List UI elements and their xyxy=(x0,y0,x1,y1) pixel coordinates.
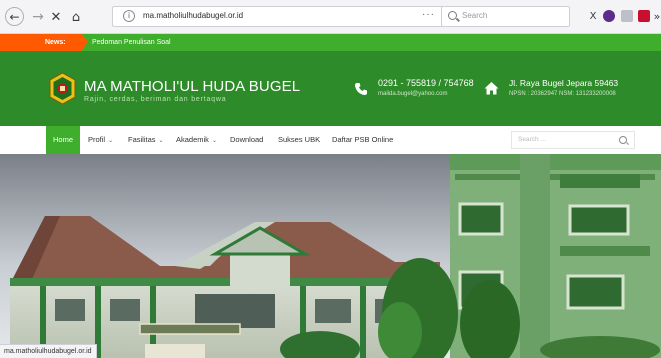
browser-search-input[interactable]: Search xyxy=(441,6,570,27)
forward-button[interactable]: → xyxy=(28,7,48,27)
main-nav: Home Profil ⌄ Fasilitas ⌄ Akademik ⌄ Downlo… xyxy=(46,126,638,154)
nav-item-download[interactable]: Download xyxy=(230,126,263,154)
phone-number: 0291 - 755819 / 754768 xyxy=(378,78,474,88)
nav-item-fasilitas[interactable]: Fasilitas ⌄ xyxy=(128,126,164,154)
nav-item-label: Sukses UBK xyxy=(278,135,321,144)
nav-item-akademik[interactable]: Akademik ⌄ xyxy=(176,126,217,154)
home-icon xyxy=(484,82,499,95)
hero-school-photo xyxy=(0,154,661,358)
phone-icon xyxy=(355,83,367,95)
stop-button[interactable]: ✕ xyxy=(46,7,66,27)
overflow-menu-button[interactable]: » xyxy=(652,9,661,23)
news-ticker: News: Pedoman Penulisan Soal xyxy=(0,34,661,51)
address-bar[interactable]: i ma.mathol​i​ulhudabugel.or.id ··· ◯ ☆ xyxy=(112,6,478,27)
page-actions-button[interactable]: ··· xyxy=(422,9,435,20)
url-text: ma.mathol​i​ulhudabugel.or.id xyxy=(143,11,244,20)
site-header: MA MATHOLI'UL HUDA BUGEL Rajin, cerdas, … xyxy=(0,51,661,126)
email-address: malida.bugel@yahoo.com xyxy=(378,91,448,97)
search-placeholder: Search ... xyxy=(518,136,546,143)
school-address: Jl. Raya Bugel Jepara 59463 xyxy=(509,78,619,88)
logo-emblem[interactable] xyxy=(49,72,76,105)
home-button[interactable]: ⌂ xyxy=(66,7,86,27)
nav-item-label: Download xyxy=(230,135,264,144)
back-button[interactable]: ← xyxy=(5,7,24,26)
nav-item-label: Profil xyxy=(88,135,106,144)
nav-item-label: Daftar PSB Online xyxy=(332,135,394,144)
status-bar-url: ma.mathol​iulhudabugel.or.id xyxy=(0,344,97,358)
chevron-down-icon: ⌄ xyxy=(158,137,164,144)
school-building-illustration xyxy=(0,154,661,358)
chevron-down-icon: ⌄ xyxy=(108,137,114,144)
search-icon[interactable] xyxy=(619,136,627,144)
browser-toolbar: ← → ✕ ⌂ i ma.mathol​i​ulhudabugel.or.id … xyxy=(0,0,661,34)
search-icon xyxy=(448,11,457,20)
chevron-down-icon: ⌄ xyxy=(211,137,217,144)
library-icon[interactable]: Ⅹ xyxy=(586,9,600,23)
extension-icon[interactable] xyxy=(638,10,650,22)
info-icon[interactable]: i xyxy=(123,10,135,22)
extension-icon[interactable] xyxy=(621,10,633,22)
nav-item-sukses-ubk[interactable]: Sukses UBK xyxy=(278,126,320,154)
site-tagline: Rajin, cerdas, beriman dan bertaqwa xyxy=(84,96,227,103)
news-label: News: xyxy=(0,34,88,51)
search-placeholder: Search xyxy=(462,11,488,20)
school-npsn: NPSN : 20362947 NSM: 131233200008 xyxy=(509,91,616,97)
nav-item-label: Home xyxy=(53,135,74,144)
extension-icon[interactable] xyxy=(603,10,615,22)
nav-item-home[interactable]: Home xyxy=(46,126,81,154)
site-search-input[interactable]: Search ... xyxy=(511,131,635,149)
nav-item-daftar-psb[interactable]: Daftar PSB Online xyxy=(332,126,393,154)
nav-item-label: Fasilitas xyxy=(128,135,156,144)
news-headline-link[interactable]: Pedoman Penulisan Soal xyxy=(92,34,171,51)
site-title[interactable]: MA MATHOLI'UL HUDA BUGEL xyxy=(84,78,300,95)
nav-item-label: Akademik xyxy=(176,135,209,144)
nav-item-profil[interactable]: Profil ⌄ xyxy=(88,126,113,154)
